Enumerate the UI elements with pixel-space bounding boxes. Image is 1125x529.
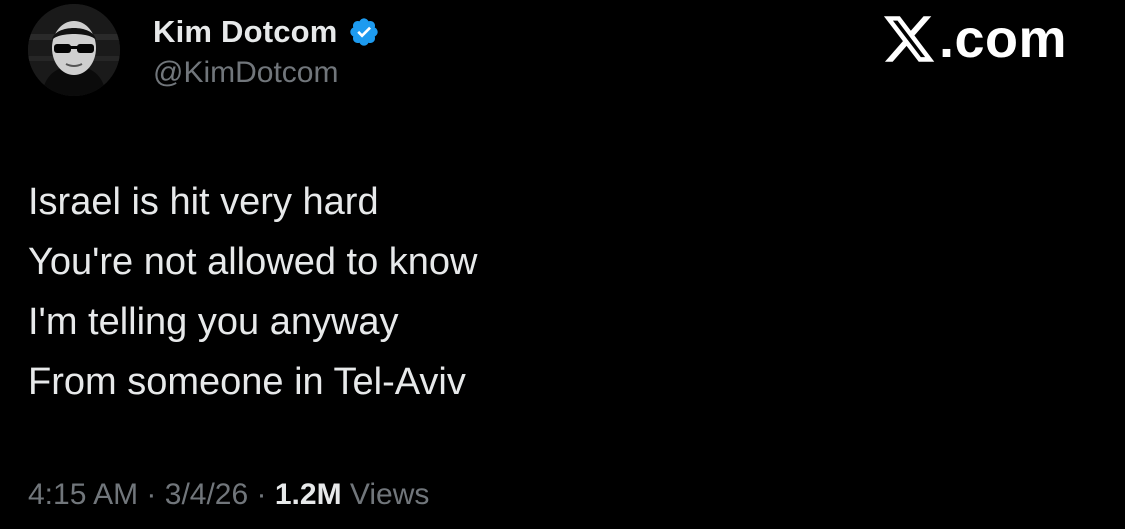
tweet-time[interactable]: 4:15 AM: [28, 478, 138, 511]
meta-separator: ·: [146, 478, 157, 511]
tweet-line: From someone in Tel-Aviv: [28, 361, 466, 403]
views-count[interactable]: 1.2M: [275, 478, 342, 511]
verified-badge-icon: [348, 16, 380, 48]
tweet-text: Israel is hit very hard You're not allow…: [28, 172, 478, 412]
tweet-meta: 4:15 AM · 3/4/26 · 1.2M Views: [28, 478, 429, 512]
author-name-row: Kim Dotcom: [153, 12, 380, 52]
views-label: Views: [349, 478, 430, 511]
author-display-name[interactable]: Kim Dotcom: [153, 14, 338, 50]
x-logo-icon: [881, 11, 937, 67]
meta-separator: ·: [256, 478, 267, 511]
tweet-date[interactable]: 3/4/26: [165, 478, 248, 511]
brand-watermark: .com: [881, 8, 1067, 70]
tweet-line: I'm telling you anyway: [28, 301, 399, 343]
author-handle[interactable]: @KimDotcom: [153, 56, 338, 90]
brand-suffix: .com: [938, 9, 1067, 69]
tweet-line: Israel is hit very hard: [28, 181, 379, 223]
avatar[interactable]: [28, 4, 120, 96]
tweet-line: You're not allowed to know: [28, 241, 478, 283]
